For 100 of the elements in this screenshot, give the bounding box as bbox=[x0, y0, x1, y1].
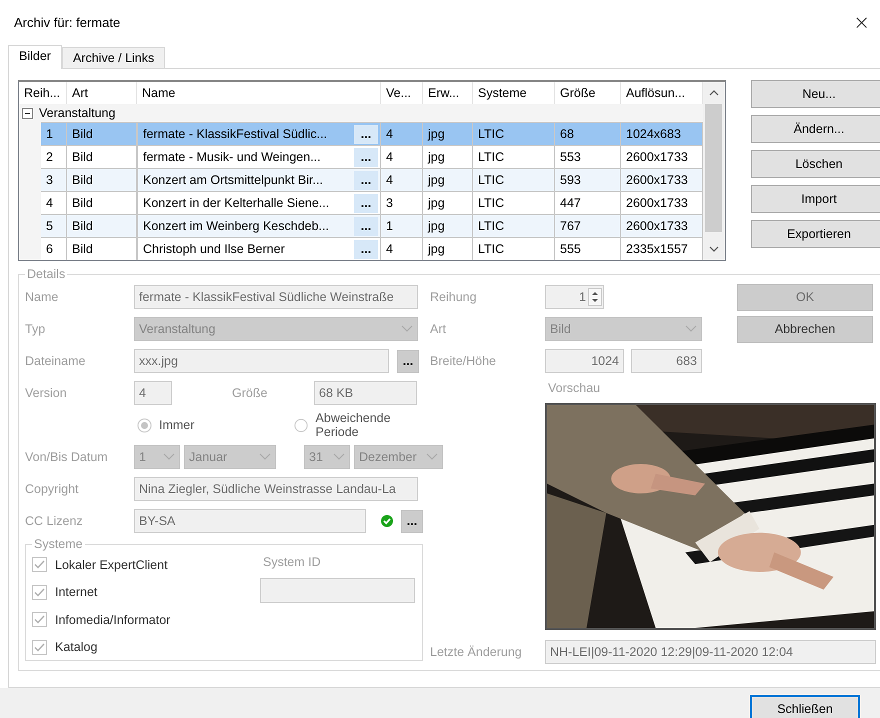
table-row[interactable]: 5 Bild Konzert im Weinberg Keschdeb... ... 1 jpg LTIC 767 2600x1733 bbox=[19, 214, 703, 237]
size-field[interactable]: 68 KB bbox=[314, 381, 417, 405]
browse-button[interactable]: ... bbox=[401, 510, 423, 532]
radio-option[interactable]: Immer bbox=[137, 418, 194, 432]
last-change-field[interactable]: NH-LEI|09-11-2020 12:29|09-11-2020 12:04 bbox=[545, 640, 876, 664]
group-title: Systeme bbox=[33, 537, 84, 551]
table-cell: Bild bbox=[67, 214, 137, 237]
table-row[interactable]: 2 Bild fermate - Musik- und Weingen... ... 4 jpg LTIC 553 2600x1733 bbox=[19, 145, 703, 168]
table-cell: 5 bbox=[41, 214, 67, 237]
cancel-button[interactable]: Abbrechen bbox=[737, 316, 873, 342]
table-cell: jpg bbox=[423, 214, 473, 237]
filename-field[interactable]: xxx.jpg bbox=[134, 349, 389, 373]
table-cell: 2 bbox=[41, 145, 67, 168]
side-button[interactable]: Löschen bbox=[751, 150, 880, 178]
table-cell: Konzert am Ortsmittelpunkt Bir... bbox=[143, 173, 323, 187]
more-button[interactable]: ... bbox=[354, 240, 378, 258]
table-cell: 447 bbox=[555, 191, 621, 214]
close-dialog-button[interactable]: Schließen bbox=[750, 695, 860, 718]
table-cell: LTIC bbox=[473, 191, 555, 214]
spin-field[interactable]: 1 bbox=[545, 285, 604, 309]
table-row[interactable]: 1 Bild fermate - KlassikFestival Südlic... ... 4 jpg LTIC 68 1024x683 bbox=[19, 122, 703, 145]
table-cell: Bild bbox=[67, 191, 137, 214]
checkbox-option[interactable]: Infomedia/Informator bbox=[32, 606, 260, 634]
table-cell: LTIC bbox=[473, 168, 555, 191]
field-label: CC Lizenz bbox=[25, 514, 84, 528]
more-button[interactable]: ... bbox=[354, 124, 378, 144]
table-cell: 553 bbox=[555, 145, 621, 168]
table-cell: LTIC bbox=[473, 237, 555, 260]
field-label: Von/Bis Datum bbox=[25, 450, 109, 464]
table-cell: 4 bbox=[41, 191, 67, 214]
table-cell: jpg bbox=[423, 122, 473, 145]
more-button[interactable]: ... bbox=[354, 194, 378, 212]
height-field[interactable]: 683 bbox=[631, 349, 702, 373]
table-cell: 3 bbox=[381, 191, 423, 214]
table-cell: 4 bbox=[381, 145, 423, 168]
table-cell: Bild bbox=[67, 168, 137, 191]
checkbox-option[interactable]: Internet bbox=[32, 578, 260, 606]
table-cell: jpg bbox=[423, 191, 473, 214]
field-label: System ID bbox=[262, 555, 322, 569]
table-row[interactable]: 3 Bild Konzert am Ortsmittelpunkt Bir... ... 4 jpg LTIC 593 2600x1733 bbox=[19, 168, 703, 191]
table-cell: fermate - Musik- und Weingen... bbox=[143, 150, 321, 164]
table-cell: LTIC bbox=[473, 122, 555, 145]
side-button[interactable]: Import bbox=[751, 185, 880, 213]
table-cell: 4 bbox=[381, 168, 423, 191]
browse-button[interactable]: ... bbox=[397, 350, 419, 372]
copyright-field[interactable]: Nina Ziegler, Südliche Weinstrasse Landau-La bbox=[134, 477, 418, 501]
table-cell: 767 bbox=[555, 214, 621, 237]
width-field[interactable]: 1024 bbox=[545, 349, 624, 373]
table-cell: 555 bbox=[555, 237, 621, 260]
name-field[interactable]: fermate - KlassikFestival Südliche Weinstraße bbox=[134, 285, 418, 309]
version-field[interactable]: 4 bbox=[134, 381, 172, 405]
field-label: Version bbox=[25, 386, 68, 400]
table-cell: jpg bbox=[423, 237, 473, 260]
table-cell: Bild bbox=[67, 145, 137, 168]
license-field[interactable]: BY-SA bbox=[134, 509, 366, 533]
table-cell: Konzert in der Kelterhalle Siene... bbox=[143, 196, 330, 210]
table-cell: Bild bbox=[67, 122, 137, 145]
group-label: Veranstaltung bbox=[39, 106, 116, 120]
table-cell: Konzert im Weinberg Keschdeb... bbox=[143, 219, 329, 233]
field-label: Letzte Änderung bbox=[430, 645, 523, 659]
field-label: Name bbox=[25, 290, 60, 304]
field-label: Größe bbox=[231, 386, 268, 400]
table-cell: Bild bbox=[67, 237, 137, 260]
table-cell: LTIC bbox=[473, 214, 555, 237]
table-cell: 3 bbox=[41, 168, 67, 191]
table-cell: 1 bbox=[41, 122, 67, 145]
window-title: Archiv für: fermate bbox=[14, 14, 120, 30]
field-label: Typ bbox=[25, 322, 46, 336]
table-cell: fermate - KlassikFestival Südlic... bbox=[143, 127, 328, 141]
more-button[interactable]: ... bbox=[354, 216, 378, 236]
tab[interactable]: Bilder bbox=[8, 45, 62, 69]
field-label: Art bbox=[430, 322, 447, 336]
table-cell: 593 bbox=[555, 168, 621, 191]
field-label: Breite/Höhe bbox=[430, 354, 498, 368]
field-label: Reihung bbox=[430, 290, 478, 304]
table-cell: 6 bbox=[41, 237, 67, 260]
table-row[interactable]: 4 Bild Konzert in der Kelterhalle Siene... ... 3 jpg LTIC 447 2600x1733 bbox=[19, 191, 703, 214]
field-label: Copyright bbox=[25, 482, 80, 496]
side-button[interactable]: Exportieren bbox=[751, 220, 880, 248]
side-button[interactable]: Ändern... bbox=[751, 115, 880, 143]
table-cell: LTIC bbox=[473, 145, 555, 168]
radio-option[interactable]: Abweichende Periode bbox=[294, 411, 430, 439]
table-cell: 68 bbox=[555, 122, 621, 145]
side-button[interactable]: Neu... bbox=[751, 80, 880, 108]
more-button[interactable]: ... bbox=[354, 170, 378, 190]
table-cell: 4 bbox=[381, 122, 423, 145]
table-cell: Christoph und Ilse Berner bbox=[143, 242, 285, 256]
field-label: Dateiname bbox=[25, 354, 86, 368]
table-row[interactable]: 6 Bild Christoph und Ilse Berner ... 4 jpg LTIC 555 2335x1557 bbox=[19, 237, 703, 260]
table-cell: 1 bbox=[381, 214, 423, 237]
checkbox-option[interactable]: Katalog bbox=[32, 634, 260, 661]
table-cell: jpg bbox=[423, 145, 473, 168]
close-button[interactable]: × bbox=[847, 10, 876, 34]
checkbox-option[interactable]: Lokaler ExpertClient bbox=[32, 551, 260, 578]
table-cell: 4 bbox=[381, 237, 423, 260]
tab[interactable]: Archive / Links bbox=[62, 47, 166, 68]
group-title: Details bbox=[26, 267, 66, 281]
table-cell: jpg bbox=[423, 168, 473, 191]
preview-label: Vorschau bbox=[547, 381, 600, 395]
more-button[interactable]: ... bbox=[354, 148, 378, 166]
